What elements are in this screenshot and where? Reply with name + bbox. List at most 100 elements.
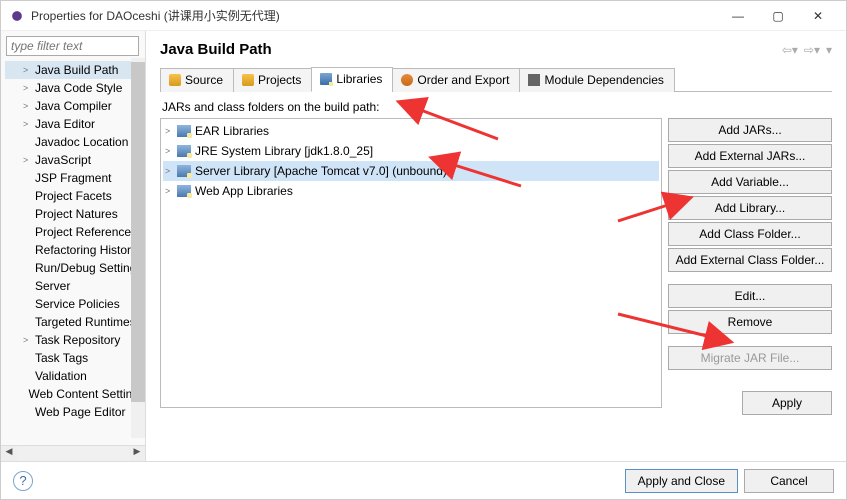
sidebar-item-label: Web Page Editor xyxy=(35,405,126,419)
sidebar-item[interactable]: >Web Page Editor xyxy=(5,403,145,421)
sidebar-item[interactable]: >Java Editor xyxy=(5,115,145,133)
sidebar-item[interactable]: >Validation xyxy=(5,367,145,385)
chevron-icon[interactable]: > xyxy=(165,186,177,196)
library-label: Web App Libraries xyxy=(195,184,293,198)
sidebar-item-label: Web Content Settings xyxy=(28,387,145,401)
remove-button[interactable]: Remove xyxy=(668,310,832,334)
add-jars-button[interactable]: Add JARs... xyxy=(668,118,832,142)
sidebar-item-label: Java Editor xyxy=(35,117,95,131)
back-icon[interactable]: ⇦▾ xyxy=(782,43,798,57)
sidebar-item-label: Project Facets xyxy=(35,189,112,203)
sidebar-item-label: Project References xyxy=(35,225,137,239)
sidebar-item[interactable]: >Java Build Path xyxy=(5,61,145,79)
forward-icon[interactable]: ⇨▾ xyxy=(804,43,820,57)
tab-label: Libraries xyxy=(336,72,382,86)
sidebar-item[interactable]: >Web Content Settings xyxy=(5,385,145,403)
eclipse-icon xyxy=(9,8,25,24)
sidebar-item[interactable]: >Targeted Runtimes xyxy=(5,313,145,331)
add-external-class-folder-button[interactable]: Add External Class Folder... xyxy=(668,248,832,272)
chevron-icon[interactable]: > xyxy=(165,146,177,156)
vertical-scrollbar[interactable] xyxy=(131,58,145,438)
sidebar-item[interactable]: >Java Compiler xyxy=(5,97,145,115)
sidebar-item[interactable]: >JSP Fragment xyxy=(5,169,145,187)
library-item[interactable]: >JRE System Library [jdk1.8.0_25] xyxy=(163,141,659,161)
sidebar-item-label: JSP Fragment xyxy=(35,171,111,185)
library-label: Server Library [Apache Tomcat v7.0] (unb… xyxy=(195,164,447,178)
chevron-icon: > xyxy=(23,335,35,345)
scroll-thumb[interactable] xyxy=(131,62,145,402)
sidebar: >Java Build Path>Java Code Style>Java Co… xyxy=(1,31,146,461)
sidebar-item-label: Refactoring History xyxy=(35,243,137,257)
libraries-tree[interactable]: >EAR Libraries>JRE System Library [jdk1.… xyxy=(160,118,662,408)
sidebar-item-label: Java Compiler xyxy=(35,99,112,113)
sidebar-item-label: Run/Debug Settings xyxy=(35,261,142,275)
button-column: Add JARs... Add External JARs... Add Var… xyxy=(668,118,832,408)
sidebar-item[interactable]: >Project Facets xyxy=(5,187,145,205)
sidebar-item-label: JavaScript xyxy=(35,153,91,167)
library-icon xyxy=(177,145,191,157)
sidebar-item[interactable]: >Run/Debug Settings xyxy=(5,259,145,277)
description: JARs and class folders on the build path… xyxy=(162,100,832,114)
sidebar-item[interactable]: >JavaScript xyxy=(5,151,145,169)
sidebar-item-label: Java Build Path xyxy=(35,63,118,77)
sidebar-item-label: Java Code Style xyxy=(35,81,122,95)
scroll-right-icon[interactable]: ▶ xyxy=(129,446,145,461)
sidebar-item[interactable]: >Task Tags xyxy=(5,349,145,367)
edit-button[interactable]: Edit... xyxy=(668,284,832,308)
filter-input[interactable] xyxy=(6,36,139,56)
chevron-icon[interactable]: > xyxy=(165,166,177,176)
add-class-folder-button[interactable]: Add Class Folder... xyxy=(668,222,832,246)
order-icon xyxy=(401,74,413,86)
source-icon xyxy=(169,74,181,86)
library-item[interactable]: >EAR Libraries xyxy=(163,121,659,141)
cancel-button[interactable]: Cancel xyxy=(744,469,834,493)
tab-projects[interactable]: Projects xyxy=(233,68,312,92)
sidebar-item[interactable]: >Project References xyxy=(5,223,145,241)
scroll-left-icon[interactable]: ◀ xyxy=(1,446,17,461)
sidebar-item[interactable]: >Javadoc Location xyxy=(5,133,145,151)
footer: ? Apply and Close Cancel xyxy=(1,461,846,499)
tab-label: Projects xyxy=(258,73,301,87)
sidebar-item[interactable]: >Project Natures xyxy=(5,205,145,223)
apply-row: Apply xyxy=(742,391,832,415)
tab-row: Source Projects Libraries Order and Expo… xyxy=(160,66,832,92)
library-item[interactable]: > Server Library [Apache Tomcat v7.0] (un… xyxy=(163,161,659,181)
chevron-icon: > xyxy=(23,83,35,93)
scroll-track[interactable] xyxy=(17,446,129,461)
horizontal-scrollbar[interactable]: ◀ ▶ xyxy=(1,445,145,461)
sidebar-item-label: Server xyxy=(35,279,70,293)
library-item[interactable]: > Web App Libraries xyxy=(163,181,659,201)
add-external-jars-button[interactable]: Add External JARs... xyxy=(668,144,832,168)
tab-module-deps[interactable]: Module Dependencies xyxy=(519,68,674,92)
property-tree[interactable]: >Java Build Path>Java Code Style>Java Co… xyxy=(1,61,145,445)
sidebar-item[interactable]: >Java Code Style xyxy=(5,79,145,97)
libraries-icon xyxy=(320,73,332,85)
sidebar-item[interactable]: >Service Policies xyxy=(5,295,145,313)
tab-source[interactable]: Source xyxy=(160,68,234,92)
sidebar-item-label: Task Repository xyxy=(35,333,120,347)
tab-label: Module Dependencies xyxy=(544,73,663,87)
sidebar-item-label: Targeted Runtimes xyxy=(35,315,136,329)
close-button[interactable]: ✕ xyxy=(798,2,838,30)
menu-icon[interactable]: ▾ xyxy=(826,43,832,57)
tab-libraries[interactable]: Libraries xyxy=(311,67,393,92)
add-library-button[interactable]: Add Library... xyxy=(668,196,832,220)
titlebar: Properties for DAOceshi (讲课用小实例无代理) — ▢ … xyxy=(1,1,846,31)
page-title: Java Build Path xyxy=(160,41,782,58)
maximize-button[interactable]: ▢ xyxy=(758,2,798,30)
help-icon[interactable]: ? xyxy=(13,471,33,491)
tab-order-export[interactable]: Order and Export xyxy=(392,68,520,92)
projects-icon xyxy=(242,74,254,86)
sidebar-item-label: Project Natures xyxy=(35,207,118,221)
migrate-jar-button: Migrate JAR File... xyxy=(668,346,832,370)
apply-and-close-button[interactable]: Apply and Close xyxy=(625,469,738,493)
apply-button[interactable]: Apply xyxy=(742,391,832,415)
sidebar-item[interactable]: >Task Repository xyxy=(5,331,145,349)
sidebar-item[interactable]: >Refactoring History xyxy=(5,241,145,259)
chevron-icon[interactable]: > xyxy=(165,126,177,136)
add-variable-button[interactable]: Add Variable... xyxy=(668,170,832,194)
sidebar-item[interactable]: >Server xyxy=(5,277,145,295)
minimize-button[interactable]: — xyxy=(718,2,758,30)
window-title: Properties for DAOceshi (讲课用小实例无代理) xyxy=(31,7,718,24)
sidebar-item-label: Validation xyxy=(35,369,87,383)
